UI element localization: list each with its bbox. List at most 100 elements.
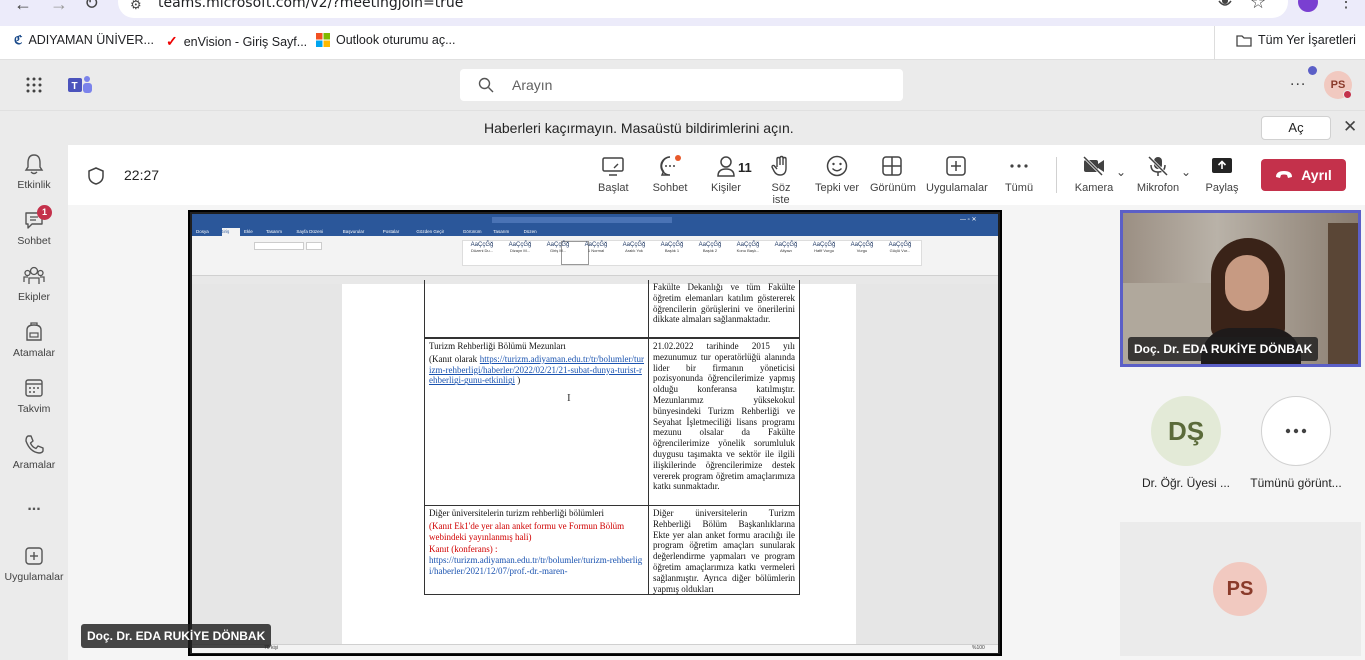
rail-label: Atamalar xyxy=(12,347,55,359)
bookmark-adiyaman[interactable]: ℭ ADIYAMAN ÜNİVER... xyxy=(14,33,154,47)
word-style-item: AaÇçĞğ Başlık 1 xyxy=(660,242,684,253)
settings-more-icon[interactable]: ... xyxy=(1290,72,1306,90)
url-text: teams.microsoft.com/v2/?meetingjoin=true xyxy=(158,0,464,11)
evidence-red-2: Kanıt (konferans) : xyxy=(429,544,498,555)
site-settings-icon[interactable]: ⚙ xyxy=(130,0,142,13)
word-tab: Postalar xyxy=(382,229,400,234)
rail-item-calendar[interactable]: Takvim xyxy=(0,377,68,415)
rail-item-chat[interactable]: Sohbet 1 xyxy=(0,205,68,247)
mic-options-chevron-icon[interactable]: ⌄ xyxy=(1181,165,1191,179)
share-button[interactable]: Paylaş xyxy=(1202,155,1242,194)
raise-hand-button[interactable]: Söz iste xyxy=(762,155,800,206)
view-button[interactable]: Görünüm xyxy=(870,155,916,194)
word-tab: Tasarım xyxy=(266,229,283,234)
word-title-bar: — ▫ ✕ xyxy=(192,214,998,226)
word-zoom: %100 xyxy=(972,645,985,651)
more-actions-button[interactable]: Tümü xyxy=(1004,155,1034,194)
avatar-initials: DŞ xyxy=(1167,415,1205,446)
font-size-box xyxy=(306,242,322,250)
app-launcher-icon[interactable] xyxy=(26,77,42,93)
reload-icon[interactable]: ↻ xyxy=(84,0,99,14)
bookmark-envision[interactable]: ✓ enVision - Giriş Sayf... xyxy=(166,33,307,50)
view-all-button[interactable] xyxy=(1261,396,1331,466)
toolbar-label: Kamera xyxy=(1074,182,1114,194)
toolbar-label: Tepki ver xyxy=(814,182,860,194)
word-tab: Ekle xyxy=(244,229,253,234)
envision-check-icon: ✓ xyxy=(166,33,178,49)
other-universities-title: Diğer üniversitelerin turizm rehberliği … xyxy=(429,508,604,518)
toolbar-label: Kişiler xyxy=(711,182,741,194)
add-icon xyxy=(946,156,966,176)
word-style-item: AaÇçĞğ Giriş M... xyxy=(546,242,570,253)
teams-icon xyxy=(23,266,45,284)
microphone-button[interactable]: Mikrofon xyxy=(1134,155,1182,194)
rail-item-teams[interactable]: Ekipler xyxy=(0,265,68,303)
word-style-item: AaÇçĞğ Dizayn M... xyxy=(508,242,532,253)
word-style-item: AaÇçĞğ Vurgu xyxy=(850,242,874,253)
close-icon[interactable]: ✕ xyxy=(1343,117,1357,137)
hand-icon xyxy=(771,155,787,176)
table-cell-r2-left: Turizm Rehberliği Bölümü Mezunları (Kanı… xyxy=(424,338,649,506)
profile-avatar-icon[interactable] xyxy=(1298,0,1318,12)
table-cell-r3-right: Diğer üniversitelerin Turizm Rehberliği … xyxy=(648,505,800,595)
enable-notifications-button[interactable]: Aç xyxy=(1261,116,1331,140)
forward-arrow-icon[interactable]: → xyxy=(50,0,68,15)
back-arrow-icon[interactable]: ← xyxy=(14,0,32,15)
table-cell-r1-left xyxy=(424,280,649,338)
all-bookmarks[interactable]: Tüm Yer İşaretleri xyxy=(1236,33,1356,47)
word-tab: Görünüm xyxy=(462,229,482,234)
hang-up-icon xyxy=(1276,171,1293,178)
teams-header: T Arayın ... PS xyxy=(0,60,1365,110)
self-view-tile[interactable]: PS xyxy=(1120,522,1361,656)
camera-button[interactable]: Kamera xyxy=(1072,155,1116,194)
notification-text: Haberleri kaçırmayın. Masaüstü bildiriml… xyxy=(484,120,794,136)
conference-link[interactable]: https://turizm.adiyaman.edu.tr/tr/boluml… xyxy=(429,555,644,577)
react-button[interactable]: Tepki ver xyxy=(814,155,860,194)
bookmark-outlook[interactable]: Outlook oturumu aç... xyxy=(316,33,456,47)
participant-avatar-ds[interactable]: DŞ xyxy=(1151,396,1221,466)
adiyaman-logo-icon: ℭ xyxy=(14,33,23,47)
browser-menu-icon[interactable]: ⋮ xyxy=(1338,0,1354,12)
search-placeholder: Arayın xyxy=(512,77,553,93)
video-person-face xyxy=(1225,255,1269,311)
toolbar-label: Mikrofon xyxy=(1136,182,1180,194)
bookmarks-bar: ℭ ADIYAMAN ÜNİVER... ✓ enVision - Giriş … xyxy=(0,26,1365,60)
chat-button[interactable]: Sohbet xyxy=(652,155,688,194)
rail-item-apps[interactable]: Uygulamalar xyxy=(0,545,68,583)
search-input[interactable]: Arayın xyxy=(460,69,903,101)
more-horizontal-icon xyxy=(1285,428,1307,434)
word-tab: Dosya xyxy=(196,229,209,234)
word-style-item: AaÇçĞğ Konu Başlı... xyxy=(736,242,760,253)
microphone-icon[interactable] xyxy=(1218,0,1232,10)
people-count: 11 xyxy=(738,160,752,175)
rail-label: Uygulamalar xyxy=(4,571,64,583)
rail-item-activity[interactable]: Etkinlik xyxy=(0,153,68,191)
participant-name-tag: Doç. Dr. EDA RUKİYE DÖNBAK xyxy=(1128,337,1319,361)
person-icon xyxy=(717,156,735,177)
camera-options-chevron-icon[interactable]: ⌄ xyxy=(1116,165,1126,179)
chat-unread-badge: 1 xyxy=(37,205,52,220)
bookmark-star-icon[interactable]: ☆ xyxy=(1250,0,1266,13)
word-tab: Tasarım xyxy=(493,229,510,234)
start-share-button[interactable]: Başlat xyxy=(598,155,629,194)
people-button[interactable]: 11 Kişiler xyxy=(708,155,752,194)
rail-item-more[interactable]: ... xyxy=(0,497,68,515)
leave-button[interactable]: Ayrıl xyxy=(1261,159,1346,191)
apps-button[interactable]: Uygulamalar xyxy=(926,155,988,194)
view-all-label: Tümünü görünt... xyxy=(1250,476,1342,490)
share-tray-icon xyxy=(1212,158,1232,173)
toolbar-label: Görünüm xyxy=(870,182,916,194)
word-ribbon-tabs: Dosya Giriş Ekle Tasarım Sayfa Düzeni Başvuru… xyxy=(192,226,998,236)
word-tab: Başvurular xyxy=(342,229,365,234)
phone-icon xyxy=(25,435,44,454)
window-controls-icon: — ▫ ✕ xyxy=(960,217,977,223)
rail-item-calls[interactable]: Aramalar xyxy=(0,433,68,471)
notification-banner: Haberleri kaçırmayın. Masaüstü bildiriml… xyxy=(0,110,1365,145)
word-window-title xyxy=(492,217,672,223)
bookmarks-divider xyxy=(1214,26,1215,60)
self-avatar: PS xyxy=(1213,562,1267,616)
rail-item-assignments[interactable]: Atamalar xyxy=(0,321,68,359)
shield-icon[interactable] xyxy=(88,167,104,185)
rail-label: Aramalar xyxy=(12,459,56,471)
participant-video-tile[interactable]: Doç. Dr. EDA RUKİYE DÖNBAK xyxy=(1120,210,1361,367)
